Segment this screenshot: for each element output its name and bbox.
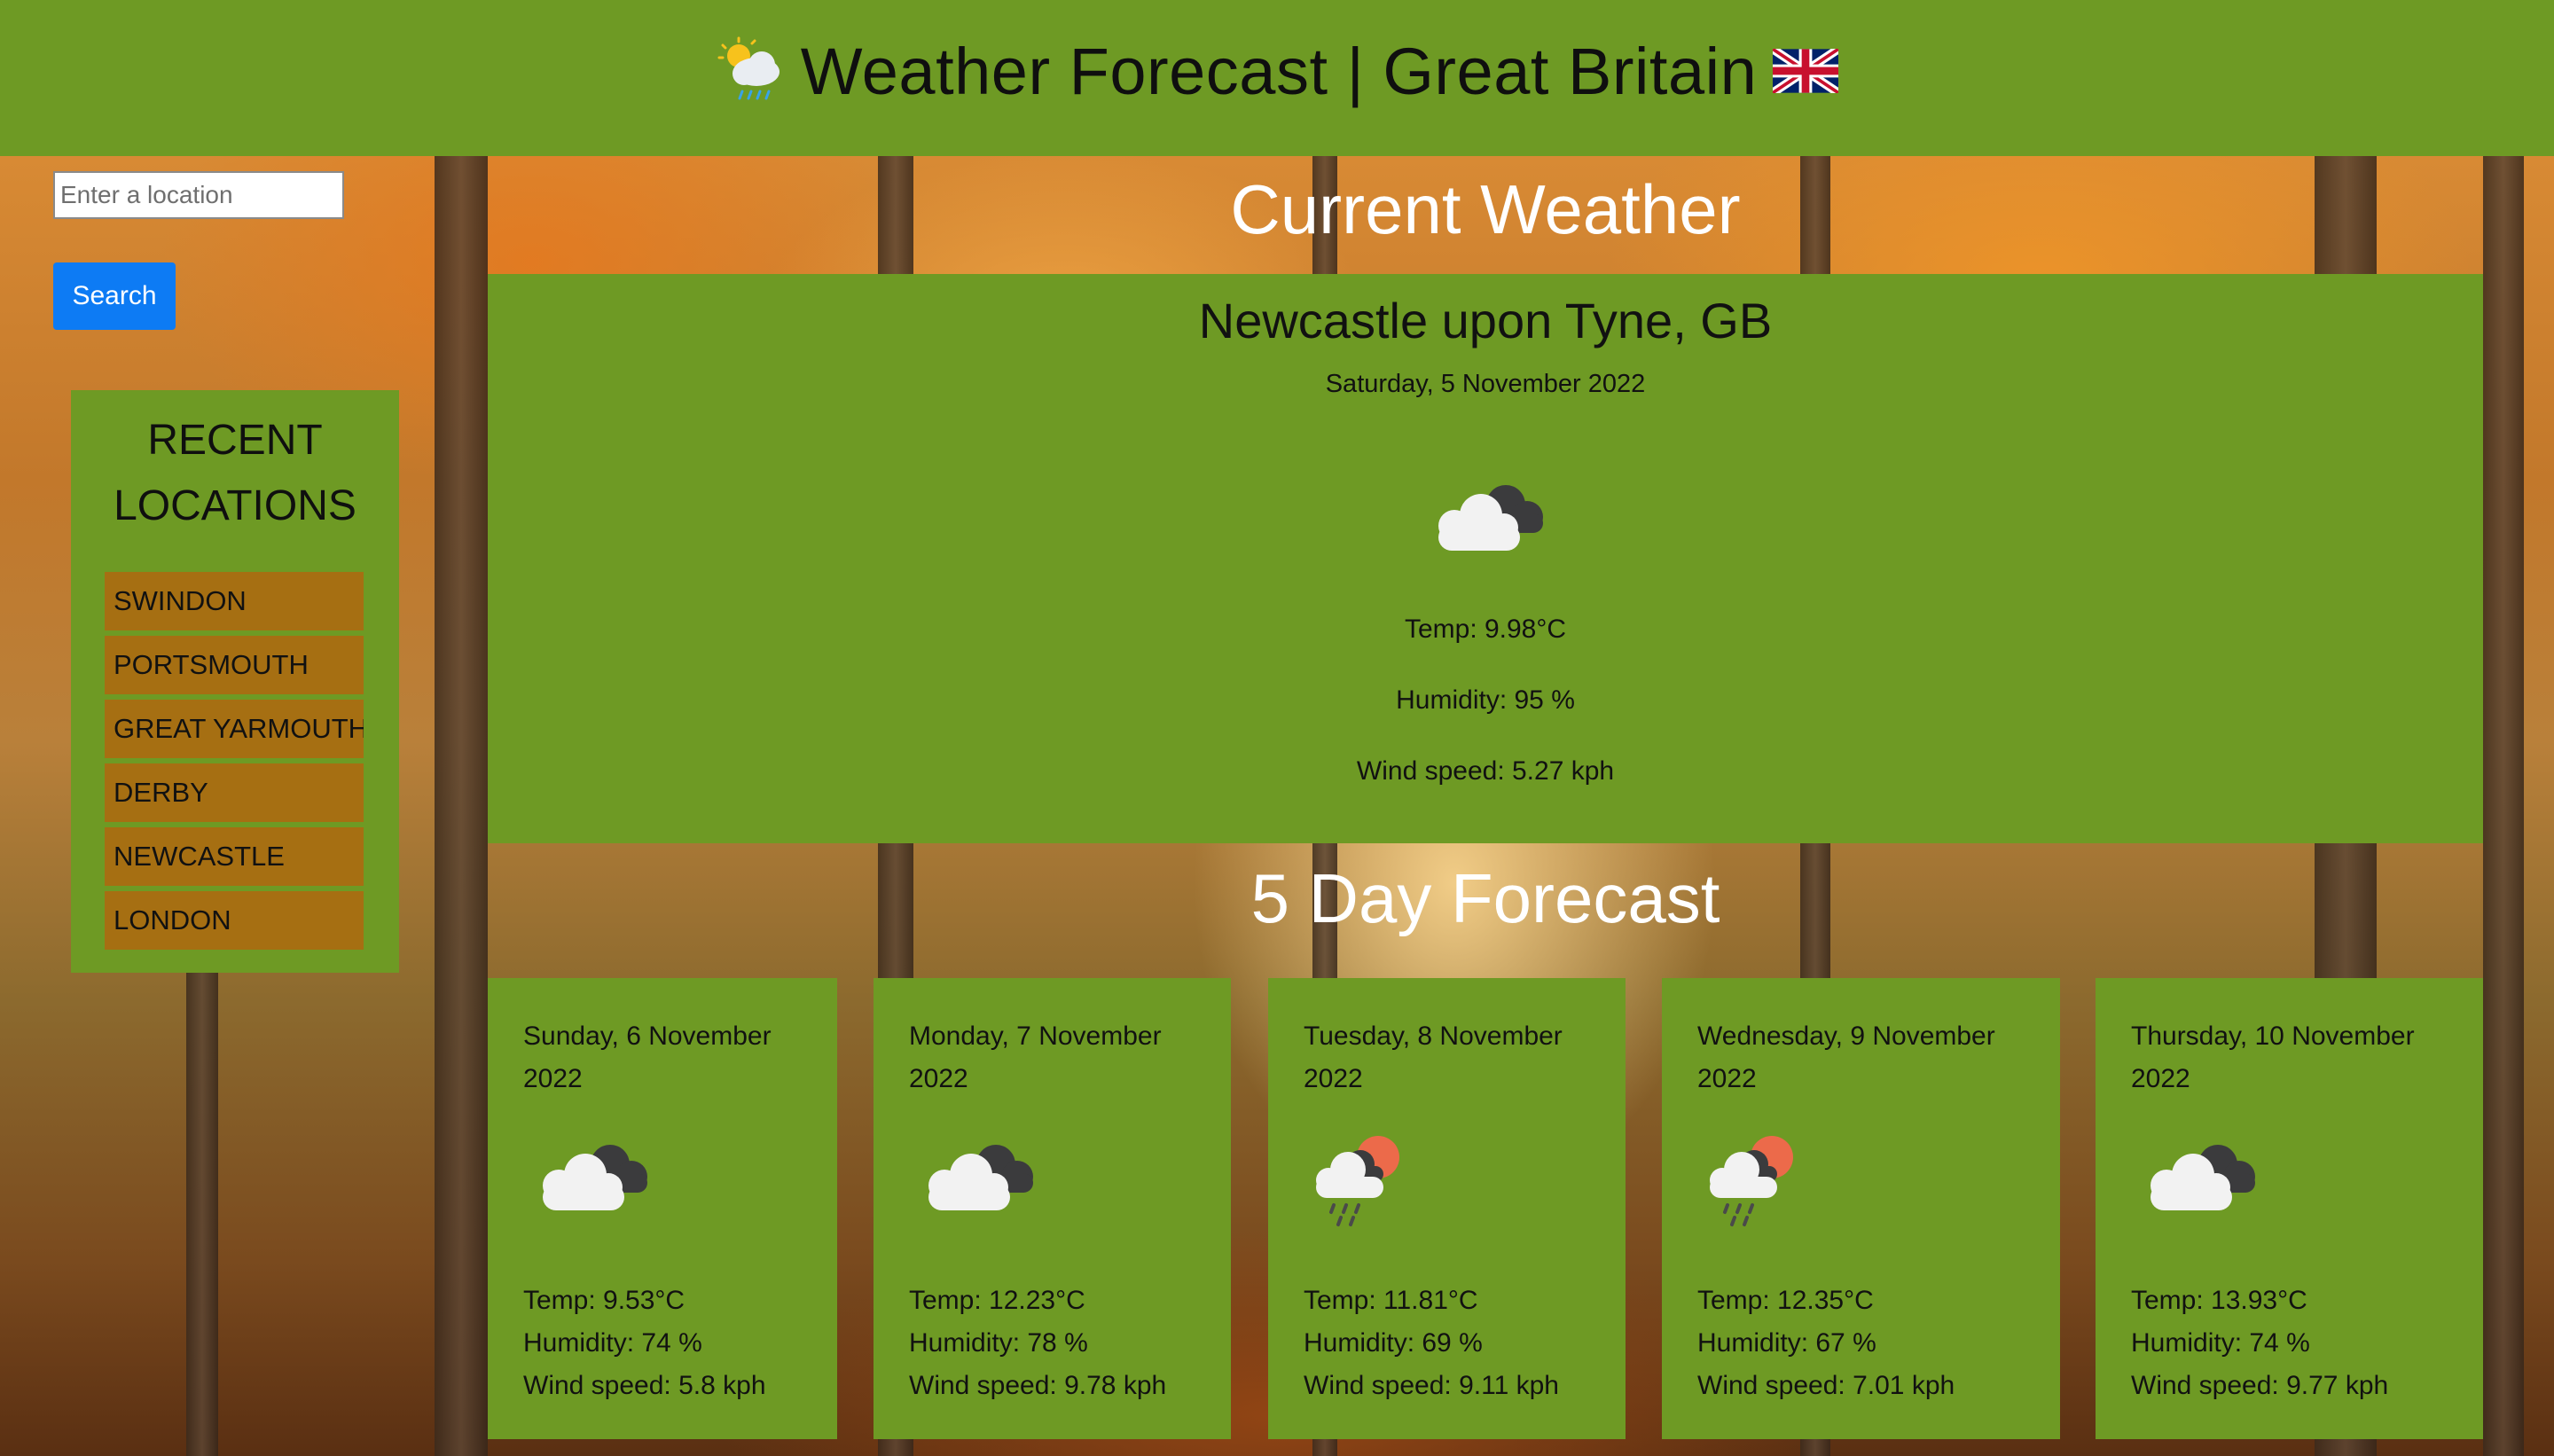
forecast-stats: Temp: 9.53°C Humidity: 74 % Wind speed: … [523,1280,766,1407]
forecast-temp: Temp: 11.81°C [1304,1286,1478,1315]
current-city: Newcastle upon Tyne, GB [1198,293,1773,348]
uk-flag-icon [1773,49,1839,93]
forecast-wind-speed: Wind speed: 5.8 kph [523,1371,766,1400]
current-humidity: Humidity: 95 % [1396,685,1575,715]
forecast-humidity: Humidity: 74 % [523,1328,702,1358]
sun-rain-icon [1304,1131,1590,1228]
forecast-card: Tuesday, 8 November 2022 Temp: 11.81°C H… [1268,978,1626,1439]
recent-location-swindon[interactable]: SWINDON [105,572,364,630]
forecast-stats: Temp: 12.23°C Humidity: 78 % Wind speed:… [909,1280,1166,1407]
forecast-stats: Temp: 11.81°C Humidity: 69 % Wind speed:… [1304,1280,1559,1407]
current-date: Saturday, 5 November 2022 [1325,370,1646,398]
forecast-wind-speed: Wind speed: 9.11 kph [1304,1371,1559,1400]
recent-locations-panel: RECENT LOCATIONS SWINDON PORTSMOUTH GREA… [71,390,399,973]
current-wind-speed: Wind speed: 5.27 kph [1356,756,1615,786]
broken-clouds-icon [2131,1131,2448,1228]
forecast-date: Thursday, 10 November 2022 [2131,1022,2415,1093]
forecast-temp: Temp: 12.23°C [909,1286,1085,1315]
forecast-date: Tuesday, 8 November 2022 [1304,1022,1563,1093]
forecast-wind-speed: Wind speed: 9.77 kph [2131,1371,2389,1400]
sun-behind-rain-cloud-icon [716,36,785,106]
current-weather-heading: Current Weather [1230,170,1741,248]
forecast-humidity: Humidity: 69 % [1304,1328,1483,1358]
forecast-humidity: Humidity: 78 % [909,1328,1088,1358]
forecast-heading: 5 Day Forecast [1250,859,1720,937]
current-weather-card: Newcastle upon Tyne, GB Saturday, 5 Nove… [488,274,2483,843]
forecast-temp: Temp: 13.93°C [2131,1286,2307,1315]
recent-locations-list: SWINDON PORTSMOUTH GREAT YARMOUTH DERBY … [105,572,364,955]
forecast-card: Sunday, 6 November 2022 Temp: 9.53°C Hum… [488,978,837,1439]
recent-location-great-yarmouth[interactable]: GREAT YARMOUTH [105,700,364,758]
search-button[interactable]: Search [53,262,176,330]
forecast-temp: Temp: 9.53°C [523,1286,686,1315]
forecast-card: Monday, 7 November 2022 Temp: 12.23°C Hu… [874,978,1231,1439]
forecast-date: Sunday, 6 November 2022 [523,1022,772,1093]
forecast-card: Thursday, 10 November 2022 Temp: 13.93°C… [2096,978,2483,1439]
forecast-stats: Temp: 12.35°C Humidity: 67 % Wind speed:… [1697,1280,1955,1407]
forecast-stats: Temp: 13.93°C Humidity: 74 % Wind speed:… [2131,1280,2388,1407]
forecast-card: Wednesday, 9 November 2022 Temp: 12.35°C… [1662,978,2060,1439]
recent-location-newcastle[interactable]: NEWCASTLE [105,827,364,886]
forecast-wind-speed: Wind speed: 9.78 kph [909,1371,1167,1400]
forecast-humidity: Humidity: 74 % [2131,1328,2310,1358]
forecast-date: Wednesday, 9 November 2022 [1697,1022,1995,1093]
page-header: Weather Forecast | Great Britain [0,0,2554,156]
page-title: Weather Forecast | Great Britain [800,34,1758,108]
search-input[interactable] [53,171,344,219]
current-temp: Temp: 9.98°C [1404,614,1567,644]
sun-rain-icon [1697,1131,2025,1228]
recent-location-derby[interactable]: DERBY [105,763,364,822]
broken-clouds-icon [1419,471,1552,564]
recent-locations-title: RECENT LOCATIONS [114,417,356,529]
broken-clouds-icon [523,1131,802,1228]
recent-location-portsmouth[interactable]: PORTSMOUTH [105,636,364,694]
forecast-wind-speed: Wind speed: 7.01 kph [1697,1371,1955,1400]
broken-clouds-icon [909,1131,1195,1228]
forecast-date: Monday, 7 November 2022 [909,1022,1162,1093]
forecast-temp: Temp: 12.35°C [1697,1286,1874,1315]
forecast-humidity: Humidity: 67 % [1697,1328,1876,1358]
recent-location-london[interactable]: LONDON [105,891,364,950]
